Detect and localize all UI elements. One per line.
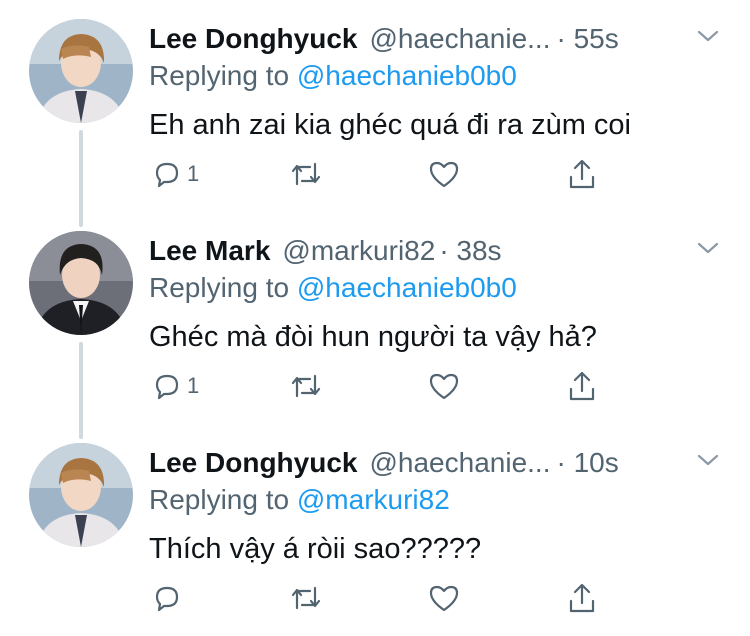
reply-icon	[155, 374, 179, 400]
user-handle[interactable]: @haechanie...	[369, 22, 550, 56]
avatar[interactable]	[29, 443, 133, 547]
share-icon	[569, 583, 595, 613]
reply-count: 1	[187, 373, 200, 398]
share-icon	[569, 159, 595, 189]
replying-to-label: Replying to	[149, 60, 290, 91]
display-name[interactable]: Lee Donghyuck	[149, 22, 357, 56]
chevron-down-icon[interactable]	[696, 240, 720, 256]
reply-button[interactable]: 1	[151, 154, 199, 194]
share-button[interactable]	[566, 154, 598, 194]
like-button[interactable]	[427, 366, 461, 406]
like-button[interactable]	[427, 154, 461, 194]
reply-count: 1	[187, 161, 200, 186]
tweet[interactable]: Lee Donghyuck @haechanie... · 10s Replyi…	[0, 424, 750, 636]
action-bar	[0, 578, 750, 618]
replying-to: Replying to @markuri82	[149, 484, 450, 516]
timestamp[interactable]: · 38s	[439, 234, 501, 268]
user-handle[interactable]: @markuri82	[282, 234, 435, 268]
chevron-down-icon[interactable]	[696, 452, 720, 468]
timestamp[interactable]: · 10s	[556, 446, 618, 480]
reply-button[interactable]	[151, 578, 187, 618]
replying-to-label: Replying to	[149, 484, 290, 515]
action-bar: 1	[0, 366, 750, 406]
action-bar: 1	[0, 154, 750, 194]
retweet-button[interactable]	[288, 366, 324, 406]
like-icon	[429, 161, 459, 188]
share-button[interactable]	[566, 366, 598, 406]
retweet-button[interactable]	[288, 578, 324, 618]
tweet-text: Ghéc mà đòi hun người ta vậy hả?	[149, 321, 597, 353]
display-name[interactable]: Lee Donghyuck	[149, 446, 357, 480]
retweet-icon	[291, 586, 321, 610]
tweet[interactable]: Lee Donghyuck @haechanie... · 55s Replyi…	[0, 0, 750, 212]
replying-to: Replying to @haechanieb0b0	[149, 60, 517, 92]
replying-to-label: Replying to	[149, 272, 290, 303]
like-button[interactable]	[427, 578, 461, 618]
retweet-button[interactable]	[288, 154, 324, 194]
reply-icon	[155, 162, 179, 188]
display-name[interactable]: Lee Mark	[149, 234, 270, 268]
mention-link[interactable]: @markuri82	[297, 484, 450, 515]
replying-to: Replying to @haechanieb0b0	[149, 272, 517, 304]
tweet-text: Thích vậy á ròii sao?????	[149, 533, 482, 565]
reply-button[interactable]: 1	[151, 366, 199, 406]
share-icon	[569, 371, 595, 401]
like-icon	[429, 373, 459, 400]
tweet-text: Eh anh zai kia ghéc quá đi ra zùm coi	[149, 109, 631, 141]
avatar[interactable]	[29, 19, 133, 123]
avatar[interactable]	[29, 231, 133, 335]
mention-link[interactable]: @haechanieb0b0	[297, 60, 517, 91]
user-handle[interactable]: @haechanie...	[369, 446, 550, 480]
tweet[interactable]: Lee Mark @markuri82 · 38s Replying to @h…	[0, 212, 750, 424]
reply-icon	[155, 586, 179, 612]
timestamp[interactable]: · 55s	[556, 22, 618, 56]
chevron-down-icon[interactable]	[696, 28, 720, 44]
like-icon	[429, 585, 459, 612]
share-button[interactable]	[566, 578, 598, 618]
retweet-icon	[291, 374, 321, 398]
retweet-icon	[291, 162, 321, 186]
mention-link[interactable]: @haechanieb0b0	[297, 272, 517, 303]
